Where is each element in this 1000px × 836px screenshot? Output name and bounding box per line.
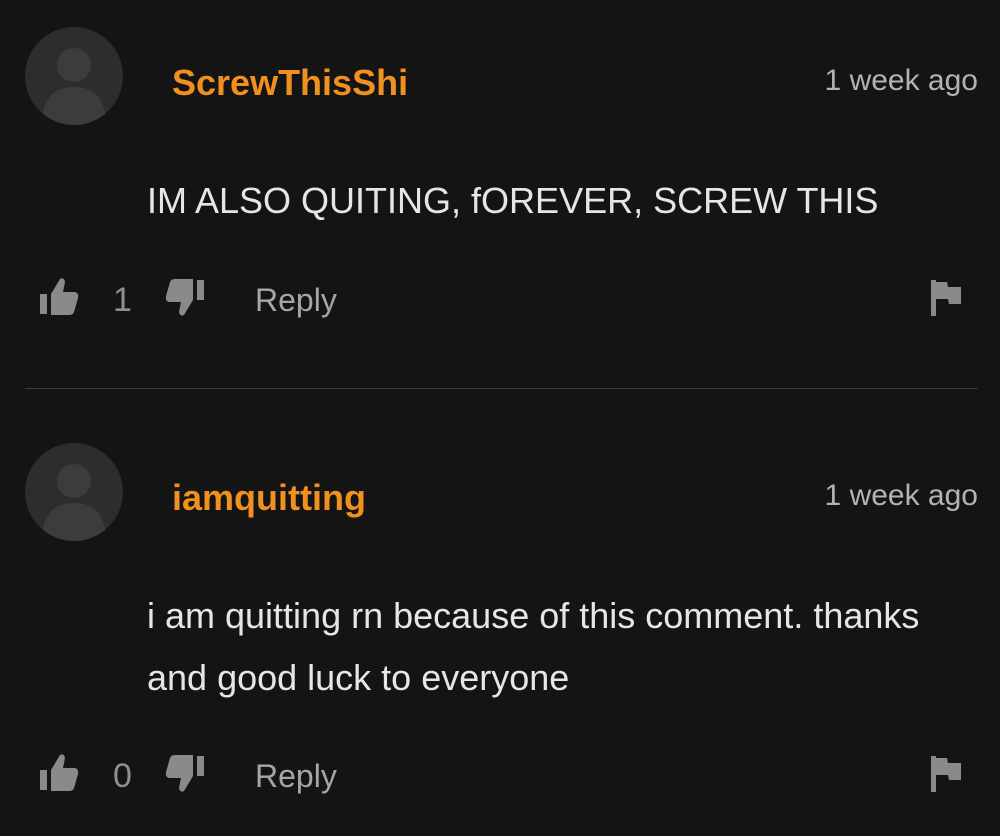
comment-timestamp: 1 week ago xyxy=(824,479,978,512)
avatar[interactable] xyxy=(25,27,123,125)
flag-icon[interactable] xyxy=(929,754,963,794)
avatar-placeholder-icon xyxy=(42,464,106,541)
flag-icon[interactable] xyxy=(929,278,963,318)
comment-divider xyxy=(25,388,978,389)
avatar-placeholder-icon xyxy=(42,48,106,125)
thumbs-down-icon[interactable] xyxy=(164,752,206,794)
comment-timestamp: 1 week ago xyxy=(824,64,978,97)
comment-username[interactable]: ScrewThisShi xyxy=(172,63,408,103)
comment-actions: 0 Reply xyxy=(0,752,1000,802)
reply-button[interactable]: Reply xyxy=(255,756,337,796)
thumbs-up-icon[interactable] xyxy=(38,752,80,794)
comment-text: i am quitting rn because of this comment… xyxy=(147,595,920,698)
like-count: 1 xyxy=(113,281,132,319)
thumbs-down-icon[interactable] xyxy=(164,276,206,318)
avatar[interactable] xyxy=(25,443,123,541)
like-count: 0 xyxy=(113,757,132,795)
comment-text: IM ALSO QUITING, fOREVER, SCREW THIS xyxy=(147,180,879,221)
comment-actions: 1 Reply xyxy=(0,276,1000,326)
comment-username[interactable]: iamquitting xyxy=(172,478,366,518)
reply-button[interactable]: Reply xyxy=(255,280,337,320)
thumbs-up-icon[interactable] xyxy=(38,276,80,318)
